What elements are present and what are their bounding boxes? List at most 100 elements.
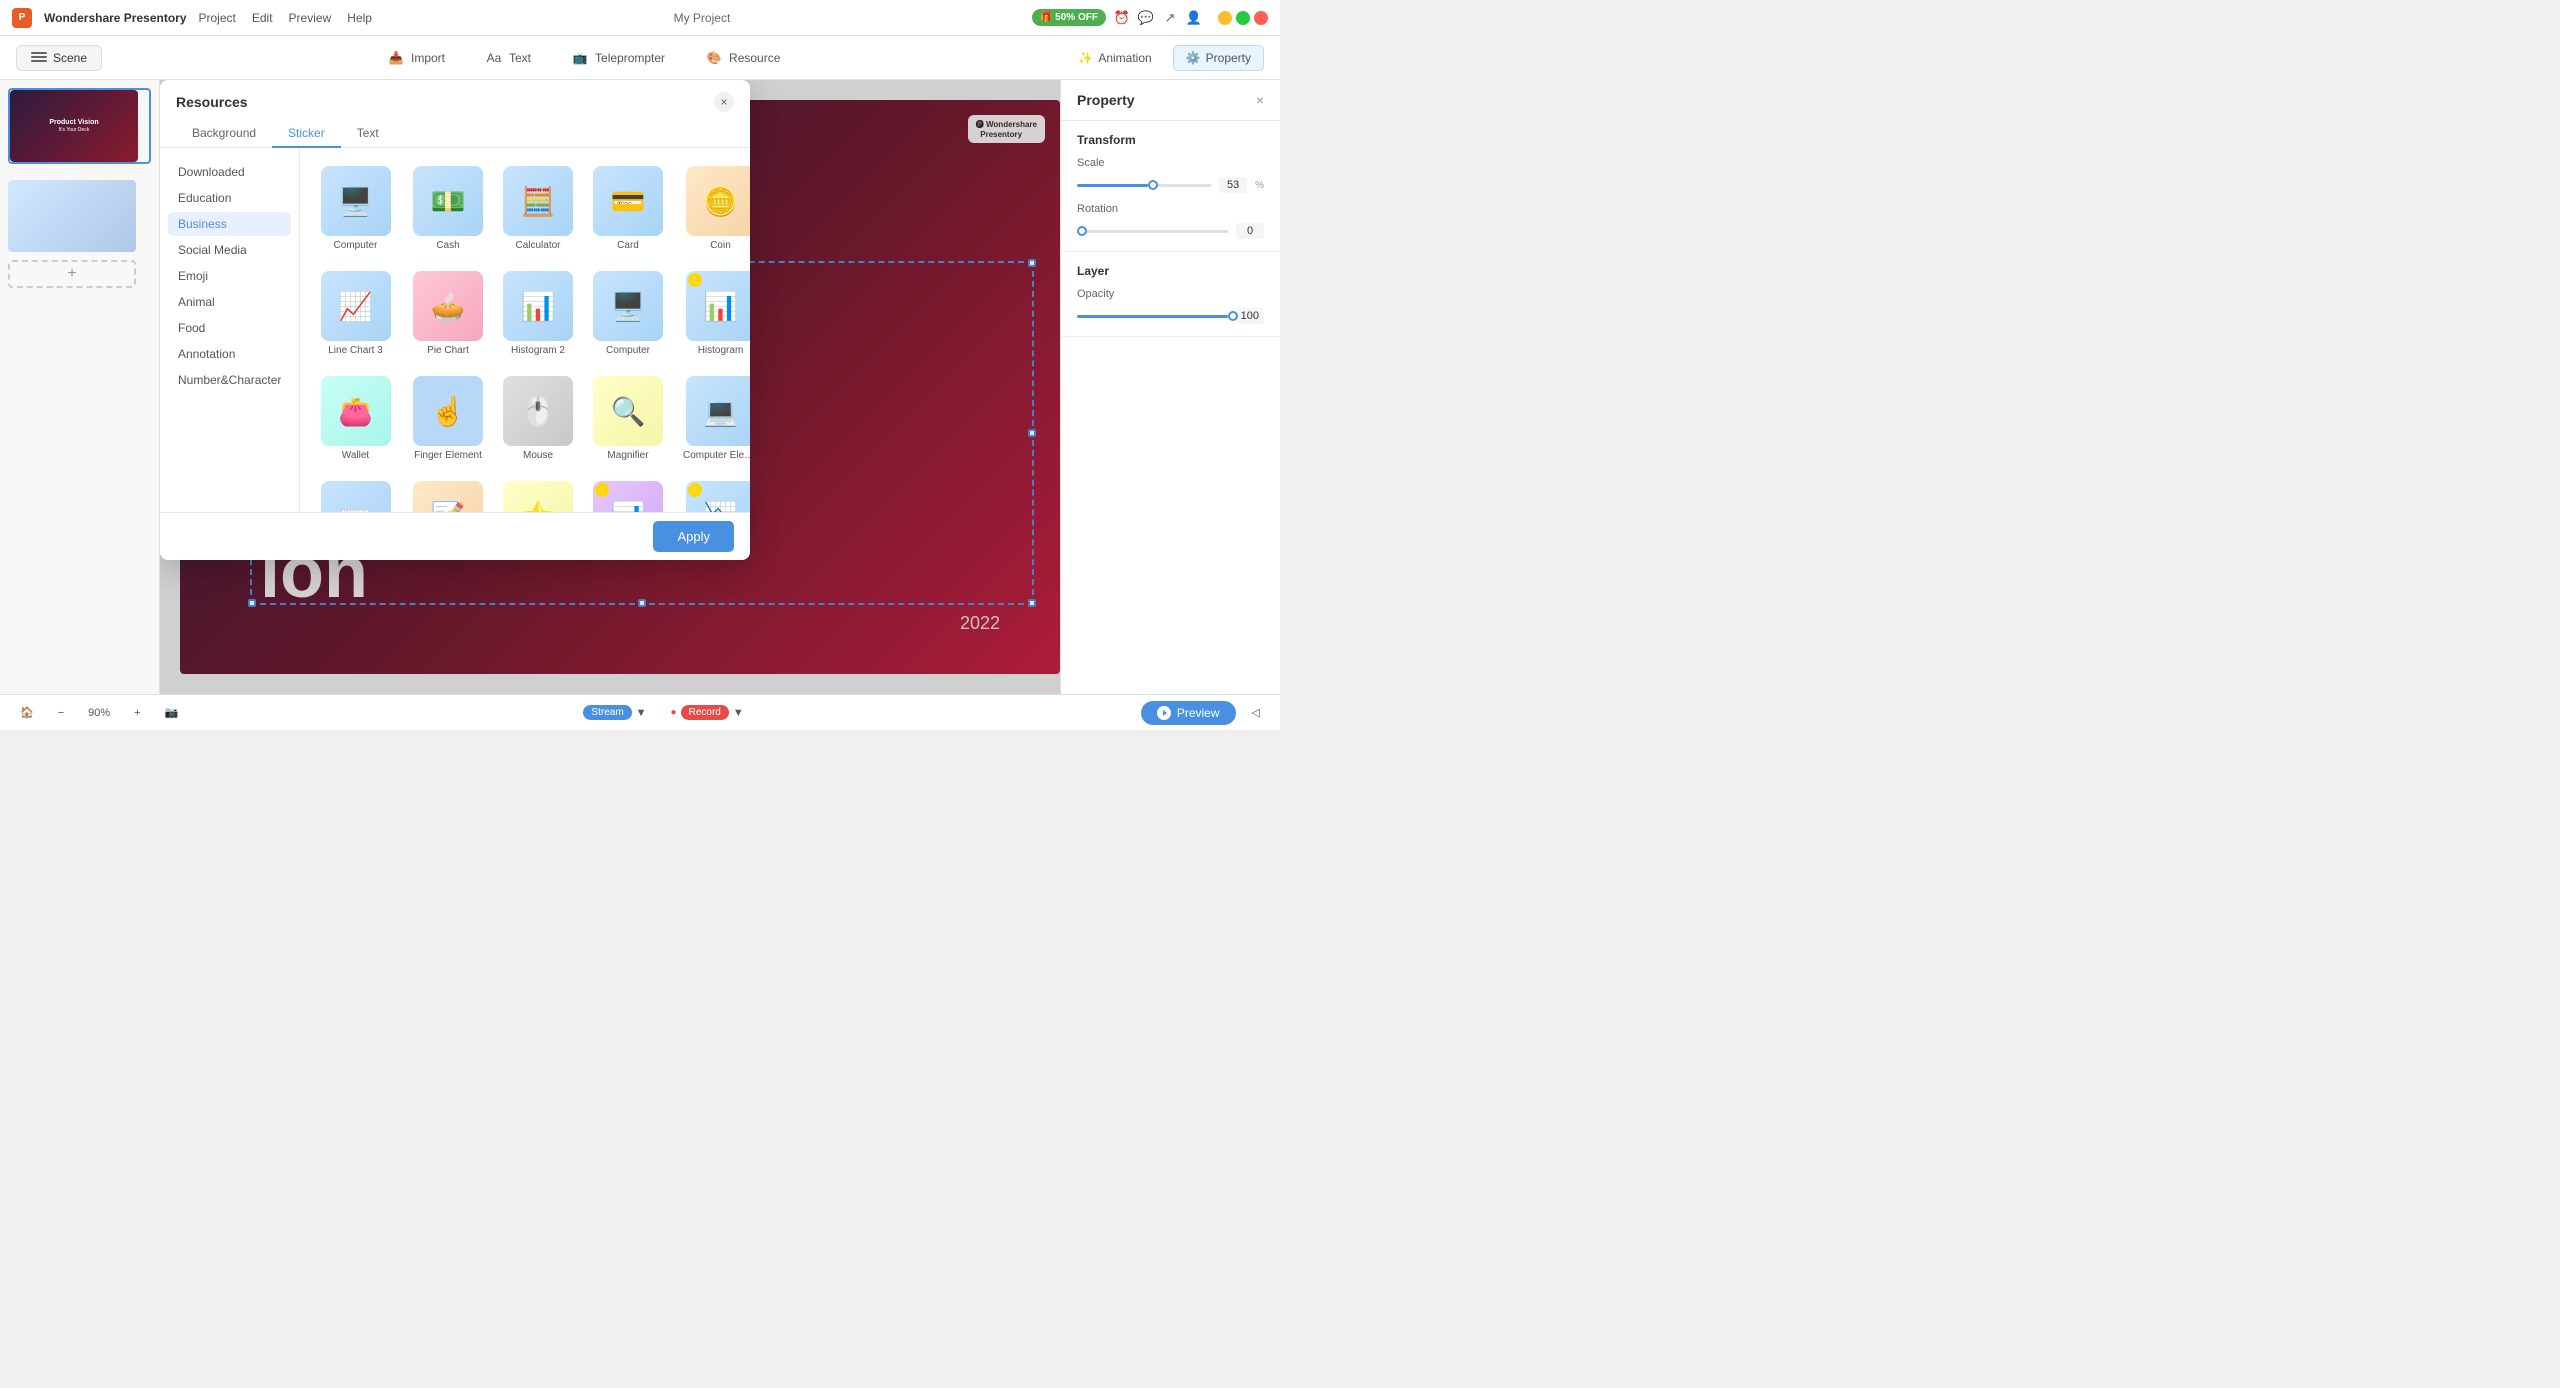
dialog-close-button[interactable]: ×	[714, 92, 734, 112]
sticker-pie-chart-thumb: 🥧	[413, 271, 483, 341]
sticker-histogram[interactable]: ⭐ 📊 Histogram	[677, 265, 750, 362]
stream-chevron: ▼	[636, 707, 647, 719]
menu-preview[interactable]: Preview	[289, 11, 332, 25]
sticker-finger[interactable]: ☝️ Finger Element	[407, 370, 489, 467]
sticker-line-chart-label: Line Chart 3	[328, 345, 382, 356]
cat-downloaded[interactable]: Downloaded	[168, 160, 291, 184]
cat-animal[interactable]: Animal	[168, 290, 291, 314]
bottom-bar: 🏠 − 90% + 📷 Stream ▼ ● Record ▼ Preview …	[0, 694, 1280, 730]
premium-icon: ⭐	[688, 273, 702, 287]
sticker-mouse[interactable]: 🖱️ Mouse	[497, 370, 579, 467]
resources-overlay: Resources × Background Sticker Text Down…	[160, 80, 1060, 694]
sticker-chart[interactable]: ⭐ 📉 Chart	[677, 475, 750, 512]
sticker-keyboard[interactable]: ⌨️ Keyboard Element	[312, 475, 399, 512]
sticker-coin[interactable]: 🪙 Coin	[677, 160, 750, 257]
cat-annotation[interactable]: Annotation	[168, 342, 291, 366]
scale-slider[interactable]	[1077, 184, 1211, 187]
stream-button[interactable]: Stream ▼	[575, 702, 654, 723]
sticker-wallet[interactable]: 👛 Wallet	[312, 370, 399, 467]
tab-background[interactable]: Background	[176, 120, 272, 148]
slides-panel: 1 Product VisionIt's Your Deck 2 +	[0, 80, 160, 694]
rotation-thumb[interactable]	[1077, 226, 1087, 236]
cat-social-media[interactable]: Social Media	[168, 238, 291, 262]
bottom-right: Preview ◁	[1141, 701, 1268, 725]
resource-button[interactable]: 🎨 Resource	[695, 44, 790, 72]
sticker-pie-chart[interactable]: 🥧 Pie Chart	[407, 265, 489, 362]
apply-button[interactable]: Apply	[653, 521, 734, 552]
animation-label: Animation	[1098, 51, 1151, 65]
promo-badge[interactable]: 🎁 50% OFF	[1032, 9, 1106, 26]
scale-track	[1077, 184, 1148, 187]
scene-button[interactable]: Scene	[16, 45, 102, 71]
preview-button[interactable]: Preview	[1141, 701, 1236, 725]
app-name: Wondershare Presentory	[44, 11, 187, 25]
tab-text[interactable]: Text	[341, 120, 395, 148]
webcam-button[interactable]: 📷	[157, 703, 187, 722]
sticker-line-chart[interactable]: 📈 Line Chart 3	[312, 265, 399, 362]
animation-button[interactable]: ✨ Animation	[1065, 45, 1164, 71]
tab-sticker[interactable]: Sticker	[272, 120, 341, 148]
sticker-calculator[interactable]: 🧮 Calculator	[497, 160, 579, 257]
cat-food[interactable]: Food	[168, 316, 291, 340]
resource-label: Resource	[729, 51, 780, 65]
property-button[interactable]: ⚙️ Property	[1173, 45, 1264, 71]
zoom-level[interactable]: 90%	[80, 704, 118, 722]
rotation-slider[interactable]	[1077, 230, 1228, 233]
sticker-star-thumb: ⭐	[503, 481, 573, 512]
sticker-3d-fan-chart[interactable]: ⭐ 📊 3D Fan Chart	[587, 475, 669, 512]
opacity-value: 100	[1236, 308, 1264, 324]
sticker-computer2[interactable]: 🖥️ Computer	[587, 265, 669, 362]
cat-business[interactable]: Business	[168, 212, 291, 236]
slide-1[interactable]: 1 Product VisionIt's Your Deck	[8, 88, 151, 164]
cat-education[interactable]: Education	[168, 186, 291, 210]
sticker-histogram-thumb: ⭐ 📊	[686, 271, 751, 341]
maximize-button[interactable]	[1236, 11, 1250, 25]
dialog-header: Resources ×	[160, 80, 750, 112]
menu-help[interactable]: Help	[347, 11, 372, 25]
opacity-slider-row: 100	[1077, 308, 1264, 324]
sticker-sticky-note[interactable]: 📝 Sticky Note	[407, 475, 489, 512]
cat-emoji[interactable]: Emoji	[168, 264, 291, 288]
zoom-out-button[interactable]: −	[50, 704, 72, 722]
sticker-keyboard-thumb: ⌨️	[321, 481, 391, 512]
cat-number-char[interactable]: Number&Character	[168, 368, 291, 392]
menu-project[interactable]: Project	[199, 11, 236, 25]
sticker-computer-element[interactable]: 💻 Computer Element	[677, 370, 750, 467]
opacity-thumb[interactable]	[1228, 311, 1238, 321]
sticker-cash-thumb: 💵	[413, 166, 483, 236]
add-slide-button[interactable]: +	[8, 260, 136, 288]
slide-2[interactable]: 2	[8, 180, 151, 252]
transform-title: Transform	[1077, 133, 1264, 147]
record-button[interactable]: ● Record ▼	[663, 702, 752, 723]
dialog-sidebar: Downloaded Education Business Social Med…	[160, 148, 300, 512]
scene-label: Scene	[53, 51, 87, 65]
zoom-in-button[interactable]: +	[126, 704, 148, 722]
sticker-computer[interactable]: 🖥️ Computer	[312, 160, 399, 257]
scale-thumb[interactable]	[1148, 180, 1158, 190]
sticker-wallet-label: Wallet	[342, 450, 369, 461]
sticker-cash[interactable]: 💵 Cash	[407, 160, 489, 257]
home-button[interactable]: 🏠	[12, 703, 42, 722]
opacity-slider[interactable]	[1077, 315, 1228, 318]
property-panel-close[interactable]: ×	[1256, 92, 1264, 108]
rotation-label: Rotation	[1077, 203, 1118, 215]
sticker-magnifier[interactable]: 🔍 Magnifier	[587, 370, 669, 467]
animation-icon: ✨	[1078, 51, 1093, 65]
collapse-button[interactable]: ◁	[1244, 703, 1268, 722]
sticker-cash-label: Cash	[436, 240, 459, 251]
slide-2-preview	[8, 180, 136, 252]
import-button[interactable]: 📥 Import	[377, 44, 455, 72]
text-button[interactable]: Aa Text	[475, 44, 541, 72]
sticker-card[interactable]: 💳 Card	[587, 160, 669, 257]
sticker-computer-label: Computer	[334, 240, 378, 251]
toolbar: Scene 📥 Import Aa Text 📺 Teleprompter 🎨 …	[0, 36, 1280, 80]
minimize-button[interactable]	[1218, 11, 1232, 25]
menu-edit[interactable]: Edit	[252, 11, 273, 25]
sticker-star[interactable]: ⭐ Star	[497, 475, 579, 512]
teleprompter-button[interactable]: 📺 Teleprompter	[561, 44, 675, 72]
sticker-3d-fan-chart-thumb: ⭐ 📊	[593, 481, 663, 512]
teleprompter-label: Teleprompter	[595, 51, 665, 65]
sticker-histogram2[interactable]: 📊 Histogram 2	[497, 265, 579, 362]
close-button[interactable]	[1254, 11, 1268, 25]
opacity-label: Opacity	[1077, 288, 1114, 300]
